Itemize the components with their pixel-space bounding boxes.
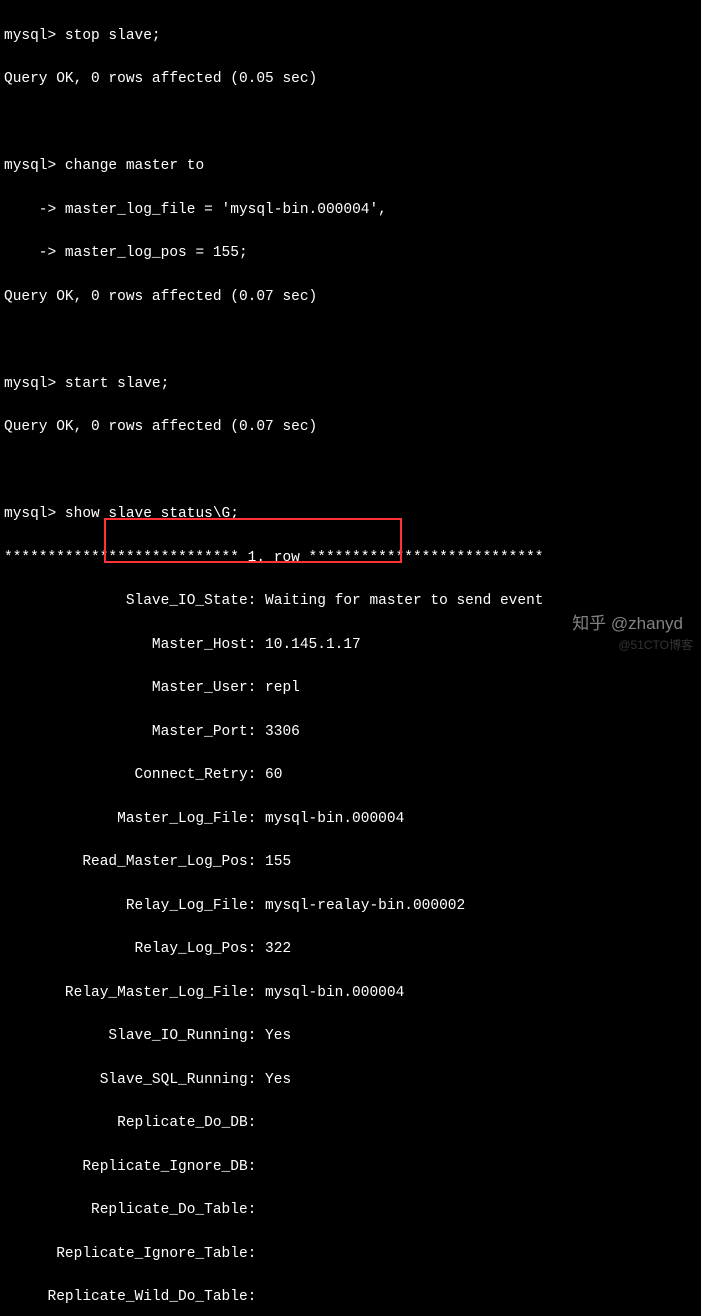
prompt: mysql> — [4, 376, 65, 392]
status-value: Waiting for master to send event — [265, 593, 543, 609]
status-label: Master_Port: — [4, 724, 265, 740]
status-label: Replicate_Do_DB: — [4, 1115, 256, 1131]
status-value: 3306 — [265, 724, 300, 740]
status-value: 322 — [265, 941, 291, 957]
status-label: Replicate_Do_Table: — [4, 1202, 256, 1218]
status-value: Yes — [265, 1028, 291, 1044]
result-line: Query OK, 0 rows affected (0.07 sec) — [4, 287, 697, 309]
status-row: Read_Master_Log_Pos: 155 — [4, 852, 697, 874]
status-label: Replicate_Wild_Do_Table: — [4, 1289, 256, 1305]
status-label: Slave_SQL_Running: — [4, 1072, 265, 1088]
status-value: mysql-bin.000004 — [265, 811, 404, 827]
blank-line — [4, 113, 697, 135]
status-row: Master_Host: 10.145.1.17 — [4, 635, 697, 657]
status-label: Relay_Master_Log_File: — [4, 985, 265, 1001]
status-label: Read_Master_Log_Pos: — [4, 854, 265, 870]
prompt: mysql> — [4, 28, 65, 44]
status-label: Master_Log_File: — [4, 811, 265, 827]
cmd-continuation: -> master_log_file = 'mysql-bin.000004', — [4, 200, 697, 222]
status-row: Relay_Master_Log_File: mysql-bin.000004 — [4, 983, 697, 1005]
command-text: start slave; — [65, 376, 169, 392]
cmd-continuation: -> master_log_pos = 155; — [4, 243, 697, 265]
status-row: Relay_Log_File: mysql-realay-bin.000002 — [4, 896, 697, 918]
result-line: Query OK, 0 rows affected (0.05 sec) — [4, 69, 697, 91]
command-text: master_log_file = 'mysql-bin.000004', — [65, 202, 387, 218]
status-label: Slave_IO_State: — [4, 593, 265, 609]
cmd-line: mysql> show slave status\G; — [4, 504, 697, 526]
watermark-51cto: @51CTO博客 — [618, 636, 693, 654]
status-row: Replicate_Ignore_DB: — [4, 1157, 697, 1179]
status-row: Replicate_Do_Table: — [4, 1200, 697, 1222]
terminal-output: mysql> stop slave; Query OK, 0 rows affe… — [4, 4, 697, 1316]
status-row: Master_Log_File: mysql-bin.000004 — [4, 809, 697, 831]
status-value: 155 — [265, 854, 291, 870]
status-row-highlighted: Slave_IO_Running: Yes — [4, 1026, 697, 1048]
status-value: repl — [265, 680, 300, 696]
status-row: Connect_Retry: 60 — [4, 765, 697, 787]
command-text: show slave status\G; — [65, 506, 239, 522]
status-label: Connect_Retry: — [4, 767, 265, 783]
status-row: Master_Port: 3306 — [4, 722, 697, 744]
cont-prompt: -> — [4, 202, 65, 218]
status-value: mysql-realay-bin.000002 — [265, 898, 465, 914]
watermark-zhihu: 知乎 @zhanyd — [572, 611, 683, 637]
status-label: Slave_IO_Running: — [4, 1028, 265, 1044]
command-text: master_log_pos = 155; — [65, 245, 248, 261]
status-value: 60 — [265, 767, 282, 783]
status-row: Relay_Log_Pos: 322 — [4, 939, 697, 961]
cmd-line: mysql> change master to — [4, 156, 697, 178]
status-row-highlighted: Slave_SQL_Running: Yes — [4, 1070, 697, 1092]
command-text: change master to — [65, 158, 204, 174]
prompt: mysql> — [4, 158, 65, 174]
blank-line — [4, 461, 697, 483]
status-label: Relay_Log_Pos: — [4, 941, 265, 957]
status-row: Replicate_Do_DB: — [4, 1113, 697, 1135]
status-row: Replicate_Wild_Do_Table: — [4, 1287, 697, 1309]
row-header: *************************** 1. row *****… — [4, 548, 697, 570]
command-text: stop slave; — [65, 28, 161, 44]
status-label: Replicate_Ignore_DB: — [4, 1159, 256, 1175]
status-row: Replicate_Ignore_Table: — [4, 1244, 697, 1266]
status-value: Yes — [265, 1072, 291, 1088]
status-label: Master_Host: — [4, 637, 265, 653]
prompt: mysql> — [4, 506, 65, 522]
status-label: Replicate_Ignore_Table: — [4, 1246, 256, 1262]
result-line: Query OK, 0 rows affected (0.07 sec) — [4, 417, 697, 439]
cmd-line: mysql> stop slave; — [4, 26, 697, 48]
status-value: mysql-bin.000004 — [265, 985, 404, 1001]
status-label: Relay_Log_File: — [4, 898, 265, 914]
cmd-line: mysql> start slave; — [4, 374, 697, 396]
status-label: Master_User: — [4, 680, 265, 696]
status-value: 10.145.1.17 — [265, 637, 361, 653]
blank-line — [4, 330, 697, 352]
cont-prompt: -> — [4, 245, 65, 261]
status-row: Master_User: repl — [4, 678, 697, 700]
